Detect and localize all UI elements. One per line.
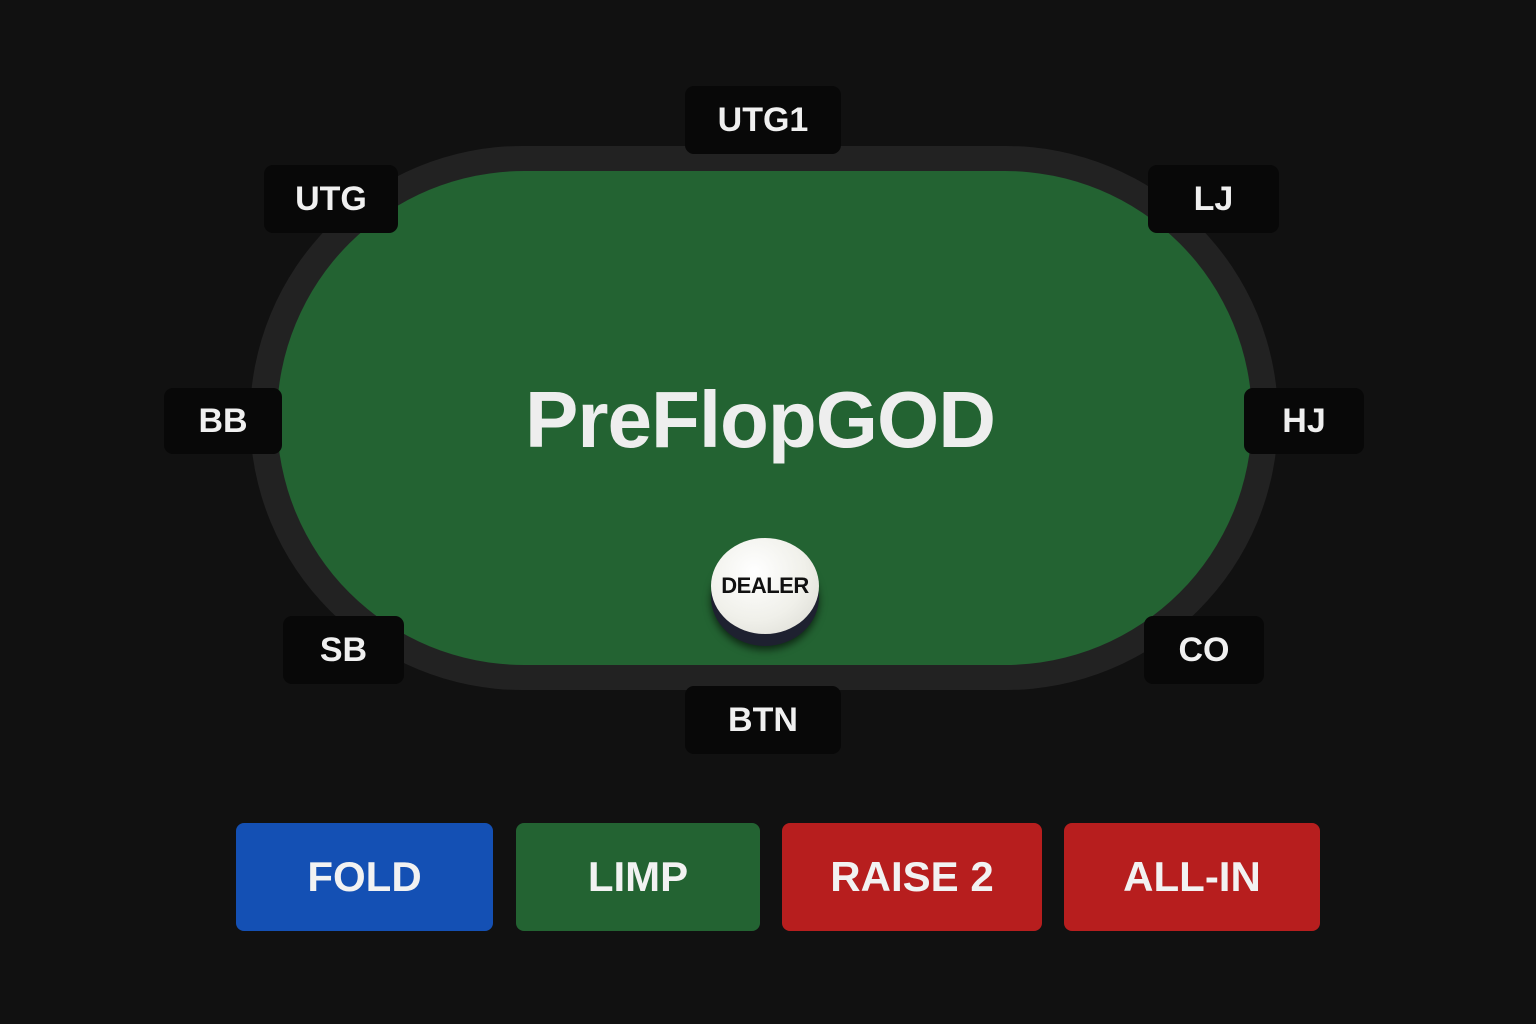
seat-utg[interactable]: UTG [264, 165, 398, 233]
table-title: PreFlopGOD [524, 375, 996, 464]
raise-button[interactable]: RAISE 2 [782, 823, 1042, 931]
seat-utg1[interactable]: UTG1 [685, 86, 841, 154]
limp-button[interactable]: LIMP [516, 823, 760, 931]
seat-sb[interactable]: SB [283, 616, 404, 684]
seat-hj[interactable]: HJ [1244, 388, 1364, 454]
seat-lj[interactable]: LJ [1148, 165, 1279, 233]
seat-btn[interactable]: BTN [685, 686, 841, 754]
seat-co[interactable]: CO [1144, 616, 1264, 684]
all-in-button[interactable]: ALL-IN [1064, 823, 1320, 931]
dealer-label: DEALER [711, 538, 819, 634]
seat-bb[interactable]: BB [164, 388, 282, 454]
dealer-button: DEALER [711, 538, 821, 648]
fold-button[interactable]: FOLD [236, 823, 493, 931]
